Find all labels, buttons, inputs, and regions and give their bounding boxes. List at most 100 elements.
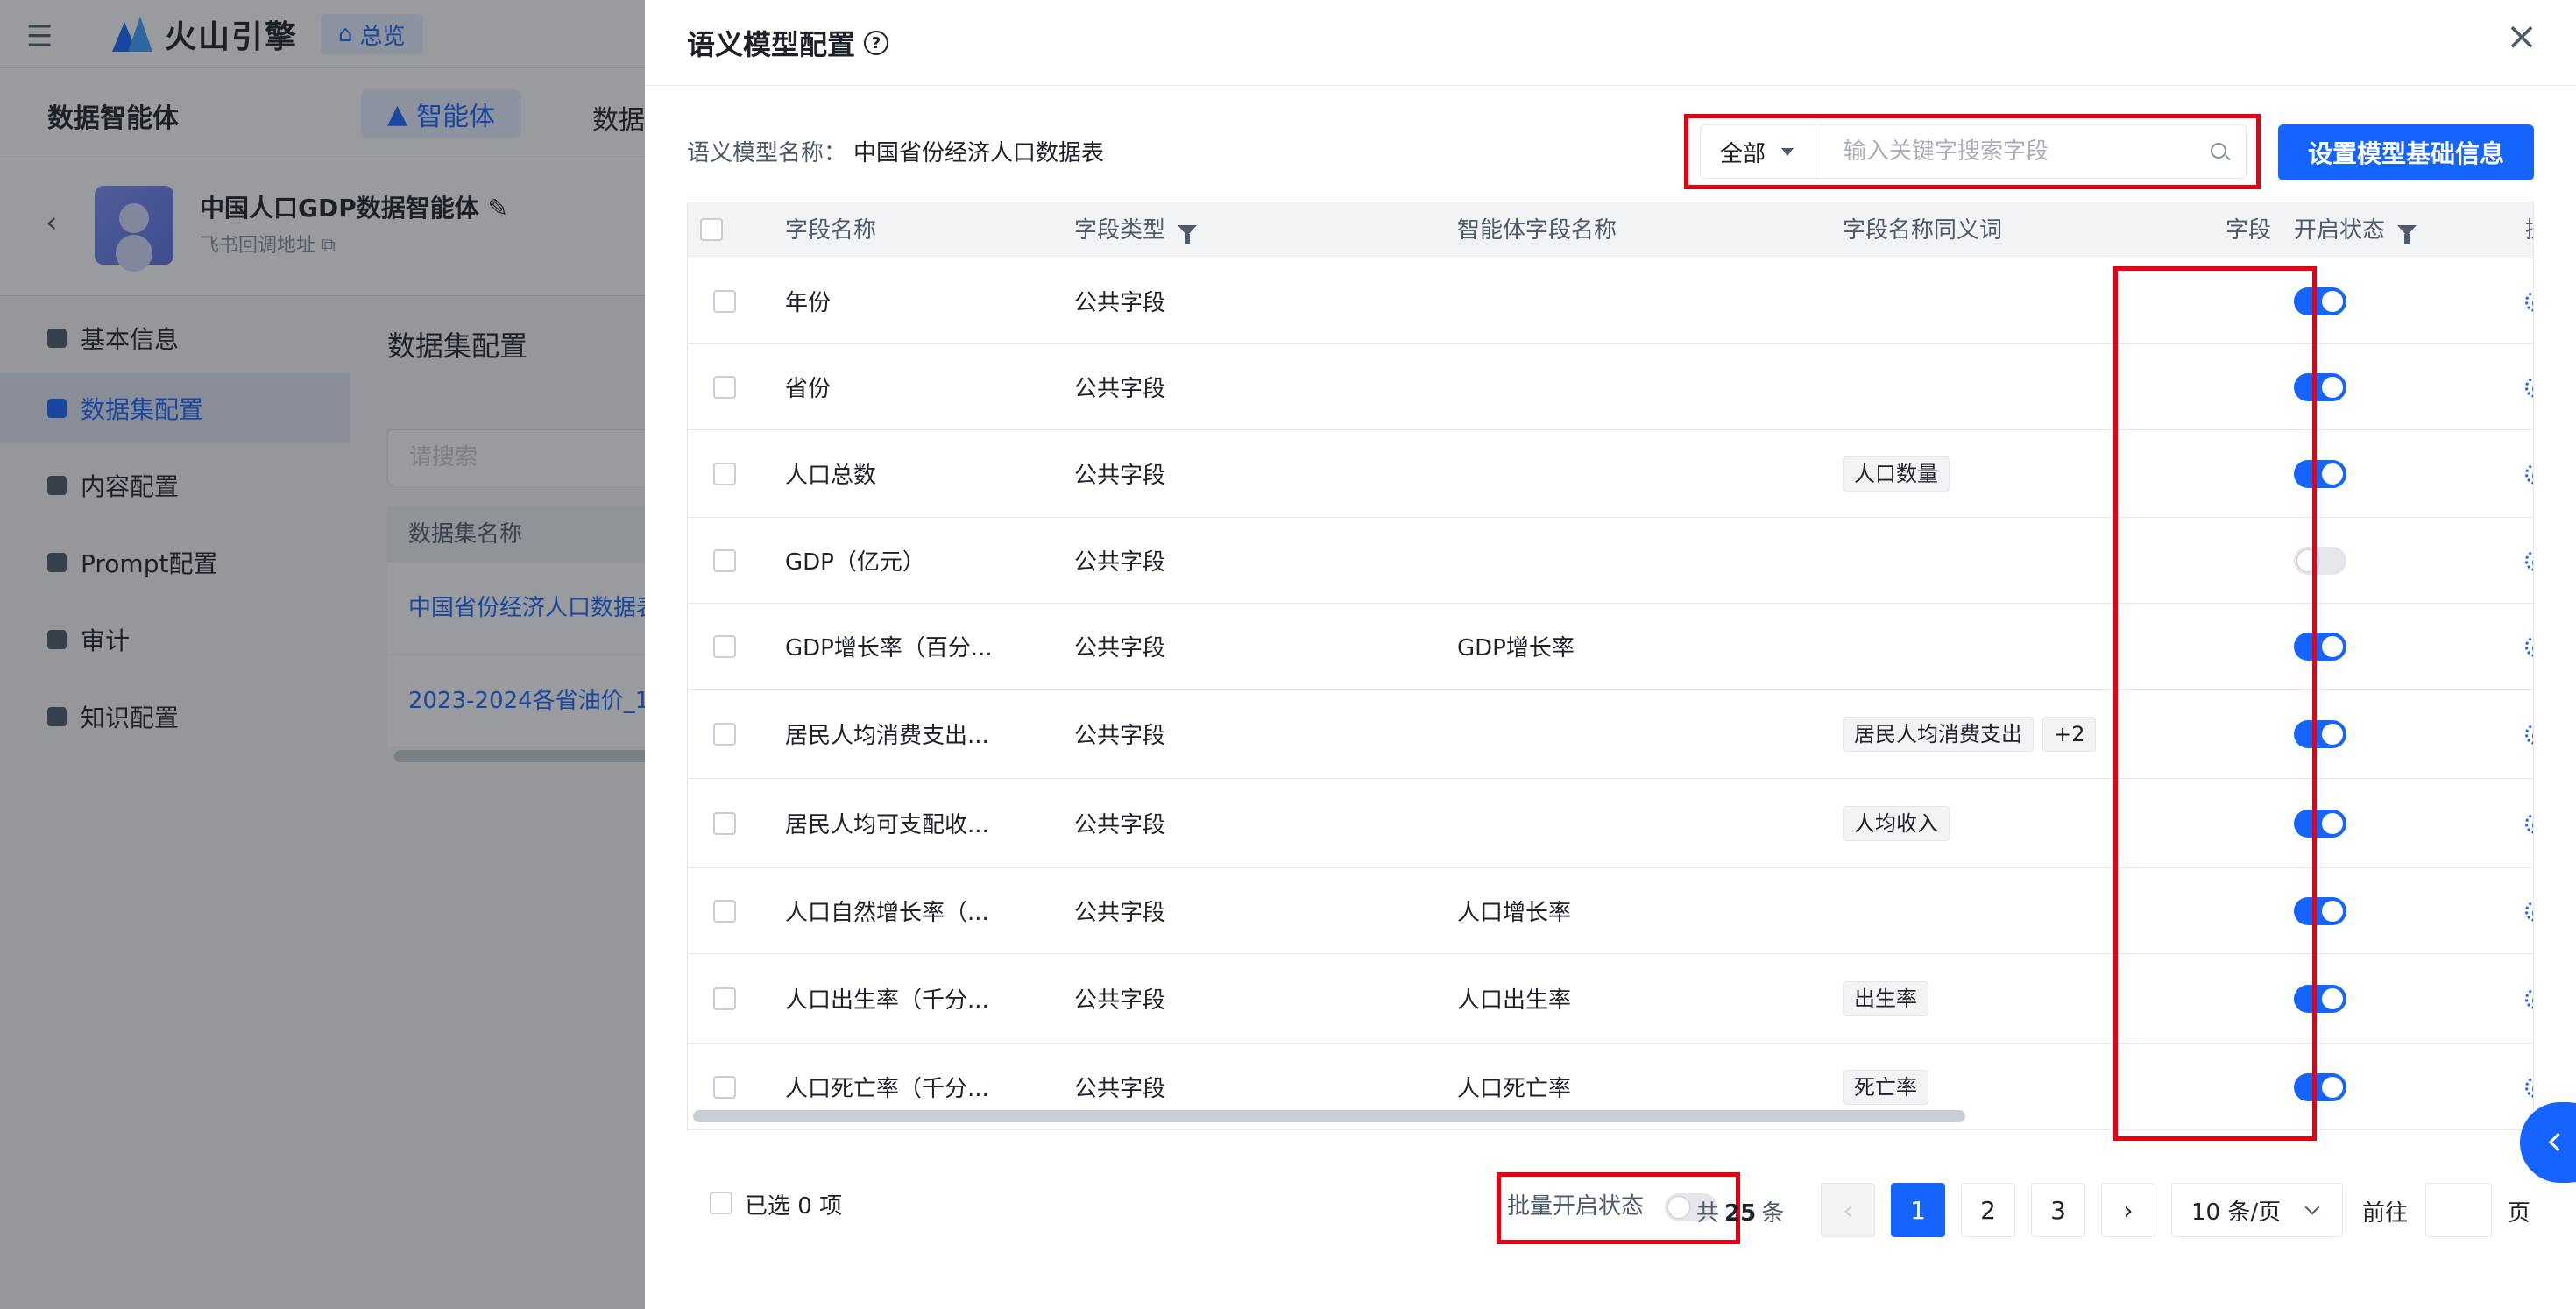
status-toggle[interactable] — [2294, 459, 2346, 488]
status-toggle[interactable] — [2294, 809, 2346, 838]
synonym-tag: 死亡率 — [1843, 1069, 1928, 1105]
table-row: 人口总数 公共字段 人口数量 配置 — [688, 430, 2533, 518]
row-checkbox[interactable] — [713, 462, 736, 485]
gear-icon — [2525, 1076, 2533, 1098]
synonym-tag: 出生率 — [1843, 980, 1928, 1016]
page-size-value: 10 条/页 — [2191, 1199, 2282, 1226]
row-checkbox[interactable] — [713, 548, 736, 572]
field-name: 省份 — [785, 376, 832, 402]
field-name: 居民人均消费支出... — [785, 723, 989, 749]
field-name: 居民人均可支配收... — [785, 812, 989, 838]
row-checkbox[interactable] — [713, 899, 736, 923]
config-link[interactable]: 配置 — [2525, 981, 2533, 1016]
action-cell: 配置 — [2525, 604, 2533, 689]
status-toggle[interactable] — [2294, 1072, 2346, 1101]
gear-icon — [2525, 376, 2533, 398]
table-row: GDP增长率（百分... 公共字段 GDP增长率 配置 — [688, 604, 2533, 690]
batch-status-label: 批量开启状态 — [1507, 1193, 1645, 1220]
config-link[interactable]: 配置 — [2525, 717, 2533, 752]
status-cell — [2294, 518, 2346, 603]
config-link[interactable]: 配置 — [2525, 543, 2533, 578]
action-cell: 配置 — [2525, 258, 2533, 343]
field-name: 年份 — [785, 290, 832, 316]
goto-label: 前往 — [2362, 1200, 2409, 1227]
field-name: GDP增长率（百分... — [785, 635, 993, 662]
gear-icon — [2525, 987, 2533, 1009]
status-toggle[interactable] — [2294, 287, 2346, 315]
status-toggle[interactable] — [2294, 546, 2346, 575]
page-size-select[interactable]: 10 条/页 — [2171, 1183, 2343, 1237]
config-link[interactable]: 配置 — [2525, 284, 2533, 319]
filter-icon[interactable] — [2397, 225, 2417, 244]
row-checkbox-cell — [713, 430, 736, 517]
config-link[interactable]: 配置 — [2525, 1070, 2533, 1105]
config-link[interactable]: 配置 — [2525, 370, 2533, 405]
status-toggle[interactable] — [2294, 719, 2346, 748]
config-link[interactable]: 配置 — [2525, 806, 2533, 841]
row-checkbox[interactable] — [713, 289, 736, 313]
gear-icon — [2525, 635, 2533, 657]
drawer-title: 语义模型配置 ? — [687, 23, 889, 63]
field-type: 公共字段 — [1074, 290, 1166, 316]
row-checkbox[interactable] — [713, 634, 736, 658]
gear-icon — [2525, 463, 2533, 485]
table-horizontal-scrollbar[interactable] — [693, 1110, 1965, 1122]
table-row: 居民人均消费支出... 公共字段 居民人均消费支出+2 配置 — [688, 690, 2533, 779]
status-toggle[interactable] — [2294, 372, 2346, 401]
set-model-info-button[interactable]: 设置模型基础信息 — [2278, 124, 2534, 180]
row-checkbox-cell — [713, 954, 736, 1043]
prev-page-button[interactable]: ‹ — [1821, 1183, 1875, 1237]
status-toggle[interactable] — [2294, 984, 2346, 1013]
action-cell: 配置 — [2525, 430, 2533, 517]
field-type: 公共字段 — [1074, 987, 1166, 1014]
field-type: 公共字段 — [1074, 900, 1166, 926]
status-cell — [2294, 779, 2346, 867]
config-link[interactable]: 配置 — [2525, 894, 2533, 929]
close-icon[interactable]: × — [2504, 18, 2539, 56]
row-checkbox[interactable] — [713, 375, 736, 399]
col-field-desc: 字段 — [2226, 217, 2272, 244]
agent-field-name: 人口出生率 — [1457, 987, 1572, 1014]
search-icon[interactable] — [2211, 143, 2226, 159]
model-name-label: 语义模型名称： — [687, 140, 847, 166]
config-link[interactable]: 配置 — [2525, 456, 2533, 492]
table-header: 字段名称 字段类型 智能体字段名称 字段名称同义词 字段 开启状态 操作 — [688, 202, 2533, 258]
field-filter-select[interactable]: 全部 — [1700, 124, 1822, 179]
field-type: 公共字段 — [1074, 376, 1166, 402]
row-checkbox[interactable] — [713, 722, 736, 746]
col-field-type: 字段类型 — [1074, 202, 1198, 258]
row-checkbox[interactable] — [713, 1075, 736, 1099]
table-row: 人口自然增长率（... 公共字段 人口增长率 配置 — [688, 868, 2533, 954]
table-row: 居民人均可支配收... 公共字段 人均收入 配置 — [688, 779, 2533, 868]
field-name: GDP（亿元） — [785, 549, 925, 576]
synonym-tag: +2 — [2042, 716, 2097, 752]
row-checkbox-cell — [713, 344, 736, 429]
synonyms-cell: 居民人均消费支出 +2 — [1843, 690, 2105, 778]
row-checkbox[interactable] — [713, 987, 736, 1010]
status-cell — [2294, 1044, 2346, 1129]
filter-icon[interactable] — [1178, 225, 1198, 244]
page-3-button[interactable]: 3 — [2031, 1183, 2085, 1237]
page-2-button[interactable]: 2 — [1961, 1183, 2015, 1237]
status-cell — [2294, 258, 2346, 343]
field-search-input[interactable] — [1822, 125, 2246, 178]
footer-select-all-checkbox[interactable] — [710, 1192, 732, 1214]
selected-count: 已选 0 项 — [745, 1193, 843, 1220]
pagination-total: 共 25 条 — [1696, 1200, 1785, 1227]
status-cell — [2294, 430, 2346, 517]
config-link[interactable]: 配置 — [2525, 629, 2533, 664]
field-type: 公共字段 — [1074, 635, 1166, 662]
page-1-button[interactable]: 1 — [1891, 1183, 1945, 1237]
help-icon[interactable]: ? — [864, 31, 889, 55]
row-checkbox[interactable] — [713, 811, 736, 835]
status-toggle[interactable] — [2294, 896, 2346, 925]
next-page-button[interactable]: › — [2101, 1183, 2155, 1237]
col-field-name: 字段名称 — [785, 217, 877, 244]
drawer-header: 语义模型配置 ? × — [645, 0, 2576, 86]
agent-field-name: GDP增长率 — [1457, 635, 1575, 662]
status-toggle[interactable] — [2294, 632, 2346, 661]
row-checkbox-cell — [713, 868, 736, 953]
synonyms-cell: 人口数量 — [1843, 430, 1958, 517]
goto-page-input[interactable] — [2425, 1183, 2492, 1237]
select-all-checkbox[interactable] — [700, 218, 723, 241]
